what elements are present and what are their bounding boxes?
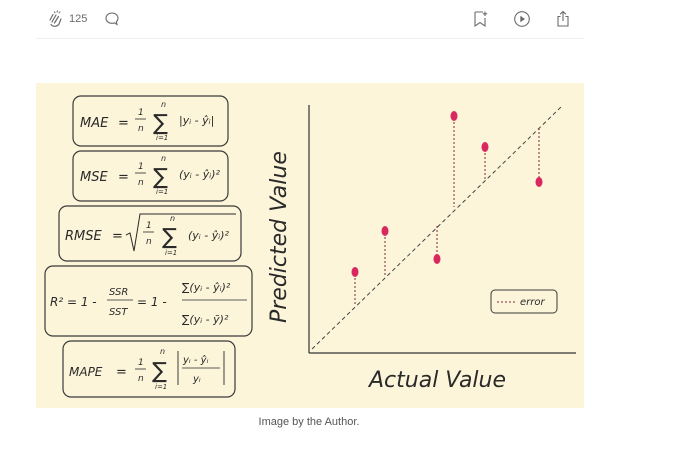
listen-button[interactable]: [513, 9, 531, 29]
svg-text:∑: ∑: [152, 359, 167, 384]
illustration-canvas: MAE = 1 n n ∑ i=1 |yᵢ - ŷᵢ| MSE = 1 n n …: [44, 95, 576, 398]
bookmark-button[interactable]: [472, 9, 488, 29]
svg-text:=: =: [116, 365, 127, 380]
svg-text:n: n: [161, 154, 166, 163]
metrics-illustration: MAE = 1 n n ∑ i=1 |yᵢ - ŷᵢ| MSE = 1 n n …: [36, 83, 584, 408]
mape-label: MAPE: [69, 365, 103, 379]
mse-term: (yᵢ - ŷᵢ)²: [179, 168, 220, 181]
comment-button[interactable]: [104, 9, 120, 29]
svg-text:n: n: [138, 178, 144, 188]
rmse-label: RMSE: [65, 229, 103, 244]
r2-label: R² = 1 -: [50, 295, 97, 309]
sigma-icon: ∑: [153, 111, 168, 136]
svg-text:=: =: [112, 229, 123, 244]
clap-count: 125: [69, 13, 88, 25]
clap-button[interactable]: 125: [46, 9, 87, 29]
rmse-term: (yᵢ - ŷᵢ)²: [188, 229, 229, 242]
svg-text:SST: SST: [109, 307, 128, 318]
article-action-bar: 125: [36, 0, 584, 39]
scatter-plot: Predicted Value Actual Value error: [267, 105, 576, 393]
legend-label: error: [520, 297, 545, 308]
svg-text:n: n: [170, 214, 175, 223]
share-button[interactable]: [555, 9, 571, 29]
r2-denominator: ∑(yᵢ - ȳ)²: [182, 313, 229, 326]
svg-text:n: n: [161, 100, 166, 109]
mse-label: MSE: [80, 170, 108, 185]
svg-text:i=1: i=1: [155, 383, 167, 391]
svg-text:yᵢ: yᵢ: [192, 374, 201, 385]
svg-text:i=1: i=1: [165, 249, 177, 257]
r2-numerator: ∑(yᵢ - ŷᵢ)²: [182, 281, 231, 294]
svg-text:1: 1: [138, 358, 144, 368]
x-axis-label: Actual Value: [367, 368, 506, 393]
data-point: [481, 142, 489, 152]
mse-formula: MSE = 1 n n ∑ i=1 (yᵢ - ŷᵢ)²: [72, 150, 229, 202]
svg-text:∑: ∑: [162, 225, 177, 250]
rmse-formula: RMSE = 1 n n ∑ i=1 (yᵢ - ŷᵢ)²: [58, 205, 242, 262]
svg-text:1: 1: [138, 108, 144, 118]
svg-text:1: 1: [138, 162, 144, 172]
svg-text:n: n: [138, 374, 144, 384]
svg-text:1: 1: [146, 221, 152, 231]
svg-text:n: n: [160, 347, 165, 356]
svg-text:=: =: [118, 116, 129, 131]
share-icon: [557, 10, 569, 27]
svg-text:yᵢ - ŷᵢ: yᵢ - ŷᵢ: [182, 354, 209, 366]
figure-caption: Image by the Author.: [258, 416, 360, 428]
mape-formula: MAPE = 1 n n ∑ i=1 yᵢ - ŷᵢ yᵢ: [62, 340, 236, 398]
data-point: [351, 267, 359, 277]
svg-text:i=1: i=1: [156, 134, 168, 142]
data-point: [535, 177, 543, 187]
data-point: [450, 111, 458, 121]
legend: error: [490, 289, 558, 314]
mae-formula: MAE = 1 n n ∑ i=1 |yᵢ - ŷᵢ|: [72, 95, 229, 147]
y-axis-label: Predicted Value: [267, 151, 292, 323]
play-icon: [514, 11, 530, 27]
svg-text:= 1 -: = 1 -: [137, 295, 167, 309]
mae-label: MAE: [80, 116, 109, 131]
bookmark-add-icon: [474, 11, 488, 28]
data-point: [381, 226, 389, 236]
svg-text:n: n: [146, 237, 152, 247]
comment-icon: [105, 12, 119, 26]
svg-text:∑: ∑: [153, 165, 168, 190]
mae-term: |yᵢ - ŷᵢ|: [179, 114, 214, 127]
svg-text:i=1: i=1: [156, 188, 168, 196]
data-point: [433, 254, 441, 264]
clap-icon: [49, 10, 62, 27]
svg-text:SSR: SSR: [109, 287, 128, 298]
r2-formula: R² = 1 - SSR SST = 1 - ∑(yᵢ - ŷᵢ)² ∑(yᵢ …: [44, 265, 253, 337]
svg-text:=: =: [118, 170, 129, 185]
svg-text:n: n: [138, 124, 144, 134]
